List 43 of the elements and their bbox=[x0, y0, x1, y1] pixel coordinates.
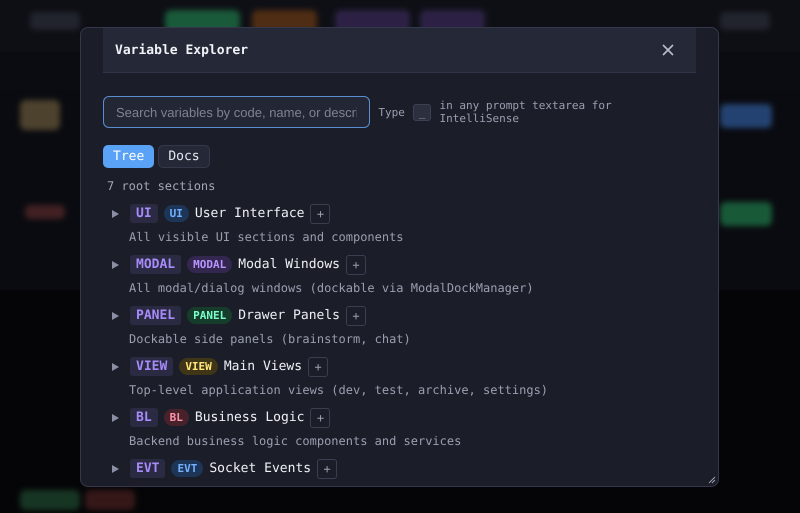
add-button[interactable]: + bbox=[310, 204, 330, 224]
section-tag: EVT bbox=[171, 460, 204, 477]
close-icon[interactable] bbox=[662, 44, 674, 56]
add-button[interactable]: + bbox=[317, 458, 338, 478]
expand-caret-icon[interactable] bbox=[112, 210, 119, 218]
section-tag: UI bbox=[164, 205, 189, 222]
section-description: All visible UI sections and components bbox=[129, 230, 405, 244]
expand-caret-icon[interactable] bbox=[112, 362, 119, 370]
hint-text: in any prompt textarea for IntelliSense bbox=[439, 99, 613, 125]
section-description: Backend business logic components and services bbox=[129, 434, 462, 448]
add-button[interactable]: + bbox=[346, 306, 366, 326]
section-name[interactable]: Business Logic bbox=[194, 410, 304, 425]
section-tag: MODAL bbox=[187, 256, 232, 273]
section-name[interactable]: Main Views bbox=[224, 359, 302, 374]
section-code: EVT bbox=[130, 459, 166, 478]
section-code: BL bbox=[130, 408, 158, 427]
section-name[interactable]: Modal Windows bbox=[238, 257, 340, 272]
add-button[interactable]: + bbox=[308, 356, 328, 376]
add-button[interactable]: + bbox=[346, 254, 366, 274]
section-tag: BL bbox=[164, 409, 189, 426]
key-chip: _ bbox=[412, 104, 432, 120]
add-button[interactable]: + bbox=[310, 408, 330, 428]
section-code: MODAL bbox=[130, 255, 182, 274]
expand-caret-icon[interactable] bbox=[112, 260, 119, 268]
section-code: PANEL bbox=[130, 306, 182, 325]
section-count: 7 root sections bbox=[107, 179, 216, 193]
expand-caret-icon[interactable] bbox=[112, 312, 119, 320]
view-tab[interactable]: Docs bbox=[158, 145, 210, 168]
section-tag: VIEW bbox=[179, 358, 218, 375]
section-name[interactable]: User Interface bbox=[194, 206, 304, 221]
section-code: UI bbox=[130, 204, 158, 223]
section-tag: PANEL bbox=[187, 307, 232, 324]
section-description: All modal/dialog windows (dockable via ModalDockManager) bbox=[129, 281, 535, 295]
section-name[interactable]: Drawer Panels bbox=[238, 308, 340, 323]
expand-caret-icon[interactable] bbox=[112, 464, 119, 472]
hint-text: Type bbox=[378, 106, 405, 118]
section-description: Top-level application views (dev, test, archive, settings) bbox=[129, 383, 550, 397]
section-description: Dockable side panels (brainstorm, chat) bbox=[129, 332, 412, 346]
section-name[interactable]: Socket Events bbox=[209, 461, 312, 476]
section-code: VIEW bbox=[130, 357, 174, 376]
expand-caret-icon[interactable] bbox=[112, 414, 119, 422]
dialog-title: Variable Explorer bbox=[115, 42, 248, 58]
resize-handle-icon[interactable] bbox=[708, 476, 716, 484]
